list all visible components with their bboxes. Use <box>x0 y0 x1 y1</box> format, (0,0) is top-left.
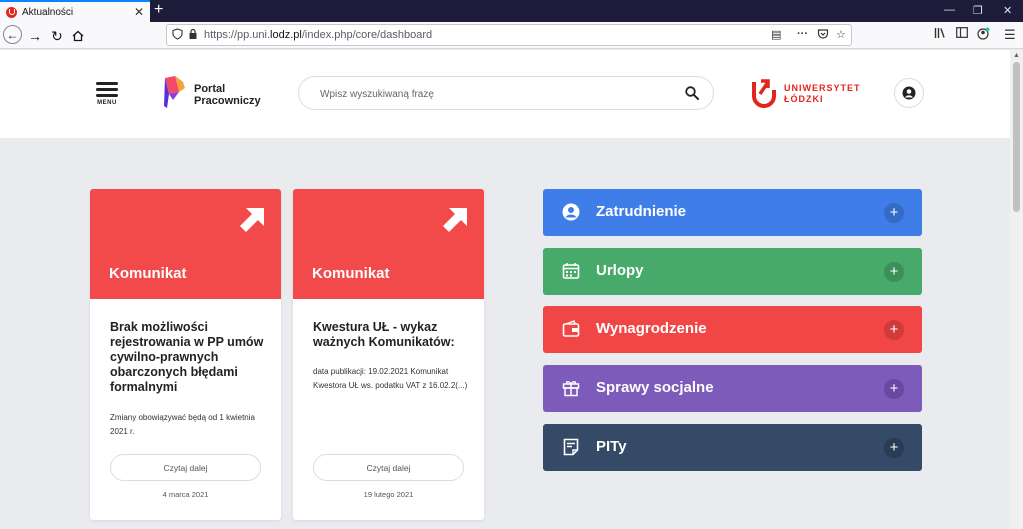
browser-navbar: ← → ↻ https://pp.uni.lodz.pl/index.php/c… <box>0 22 1023 49</box>
reload-icon[interactable]: ↻ <box>48 27 66 45</box>
menu-bar <box>96 82 118 85</box>
document-icon <box>563 438 579 456</box>
page-actions-icon[interactable]: ··· <box>797 28 808 40</box>
minimize-icon[interactable]: — <box>944 4 955 16</box>
tile-label: PITy <box>596 438 627 455</box>
bookmark-star-icon[interactable]: ☆ <box>836 28 846 41</box>
sidebar-icon[interactable] <box>956 27 968 41</box>
tile-pity[interactable]: PITy + <box>543 424 922 471</box>
search-box <box>298 76 714 110</box>
university-name-line2: ŁÓDZKI <box>784 94 824 104</box>
read-more-button[interactable]: Czytaj dalej <box>313 454 464 481</box>
portal-name[interactable]: Portal Pracowniczy <box>194 83 261 107</box>
news-card[interactable]: Komunikat Kwestura UŁ - wykaz ważnych Ko… <box>293 189 484 520</box>
tile-wynagrodzenie[interactable]: Wynagrodzenie + <box>543 306 922 353</box>
expand-plus-icon[interactable]: + <box>884 438 904 458</box>
home-icon[interactable] <box>69 27 87 45</box>
university-name[interactable]: UNIWERSYTET ŁÓDZKI <box>784 83 861 105</box>
tile-label: Sprawy socjalne <box>596 379 714 396</box>
expand-plus-icon[interactable]: + <box>884 203 904 223</box>
external-arrow-icon <box>240 208 264 232</box>
tile-sprawy-socjalne[interactable]: Sprawy socjalne + <box>543 365 922 412</box>
site-favicon-icon <box>6 6 17 18</box>
browser-tab-active[interactable]: Aktualności ✕ <box>0 0 150 22</box>
forward-icon[interactable]: → <box>26 27 44 45</box>
expand-plus-icon[interactable]: + <box>884 262 904 282</box>
tile-label: Zatrudnienie <box>596 203 687 220</box>
card-excerpt: Zmiany obowiązywać będą od 1 kwietnia 20… <box>110 413 255 436</box>
back-icon[interactable]: ← <box>3 25 22 44</box>
portal-logo-icon[interactable] <box>163 76 185 110</box>
scrollbar-thumb[interactable] <box>1013 62 1020 212</box>
scroll-up-icon[interactable]: ▲ <box>1013 52 1020 59</box>
search-input[interactable] <box>320 86 660 102</box>
tile-urlopy[interactable]: Urlopy + <box>543 248 922 295</box>
window-close-icon[interactable]: ✕ <box>1003 4 1012 17</box>
search-icon[interactable] <box>685 86 699 100</box>
reader-view-icon[interactable]: ▤ <box>771 28 781 41</box>
library-icon[interactable] <box>934 27 947 42</box>
calendar-icon <box>562 263 580 279</box>
new-tab-icon[interactable]: + <box>154 1 163 19</box>
card-header: Komunikat <box>293 189 484 299</box>
expand-plus-icon[interactable]: + <box>884 320 904 340</box>
menu-label: MENU <box>97 100 117 106</box>
browser-tabstrip: Aktualności ✕ + — ❐ ✕ <box>0 0 1023 22</box>
app-menu-icon[interactable]: ☰ <box>1004 27 1016 43</box>
user-circle-icon <box>562 203 580 221</box>
card-type: Komunikat <box>312 265 390 282</box>
user-account-button[interactable] <box>894 78 924 108</box>
portal-name-line1: Portal <box>194 83 226 95</box>
card-date: 19 lutego 2021 <box>363 490 414 499</box>
gift-icon <box>562 381 580 397</box>
tile-zatrudnienie[interactable]: Zatrudnienie + <box>543 189 922 236</box>
tile-label: Urlopy <box>596 262 644 279</box>
card-title[interactable]: Brak możliwości rejestrowania w PP umów … <box>110 320 270 395</box>
card-title[interactable]: Kwestura UŁ - wykaz ważnych Komunikatów: <box>313 320 473 350</box>
tab-title: Aktualności <box>22 6 74 18</box>
card-type: Komunikat <box>109 265 187 282</box>
menu-button[interactable]: MENU <box>96 82 118 106</box>
read-more-button[interactable]: Czytaj dalej <box>110 454 261 481</box>
expand-plus-icon[interactable]: + <box>884 379 904 399</box>
url-text: https://pp.uni.lodz.pl/index.php/core/da… <box>204 29 433 41</box>
wallet-icon <box>562 320 580 337</box>
menu-bar <box>96 94 118 97</box>
site-header: MENU Portal Pracowniczy UNIWERSYTET ŁÓDZ… <box>0 50 1010 138</box>
shield-icon[interactable] <box>172 28 183 43</box>
external-arrow-icon <box>443 208 467 232</box>
university-name-line1: UNIWERSYTET <box>784 83 861 93</box>
lock-icon[interactable] <box>188 28 198 43</box>
tab-close-icon[interactable]: ✕ <box>134 5 144 19</box>
page-scrollbar[interactable]: ▲ <box>1010 50 1023 529</box>
university-logo-icon[interactable] <box>751 78 777 108</box>
url-bar[interactable]: https://pp.uni.lodz.pl/index.php/core/da… <box>166 24 852 46</box>
card-header: Komunikat <box>90 189 281 299</box>
menu-bar <box>96 88 118 91</box>
pocket-icon[interactable] <box>817 28 829 43</box>
news-card[interactable]: Komunikat Brak możliwości rejestrowania … <box>90 189 281 520</box>
tile-label: Wynagrodzenie <box>596 320 707 337</box>
card-date: 4 marca 2021 <box>162 490 209 499</box>
card-excerpt: data publikacji: 19.02.2021 Komunikat Kw… <box>313 367 468 390</box>
restore-icon[interactable]: ❐ <box>973 4 983 17</box>
portal-name-line2: Pracowniczy <box>194 95 261 107</box>
account-icon[interactable] <box>977 27 990 43</box>
user-icon <box>902 86 916 100</box>
